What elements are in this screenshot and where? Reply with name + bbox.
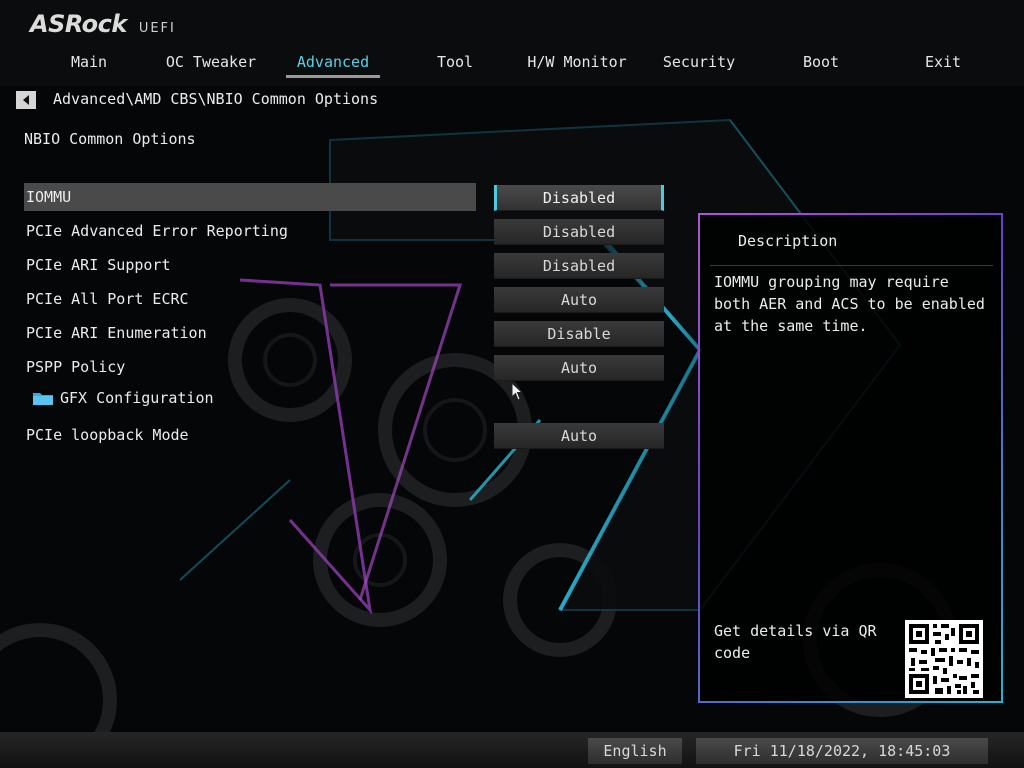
breadcrumb: Advanced\AMD CBS\NBIO Common Options <box>53 90 379 108</box>
tab-boot[interactable]: Boot <box>760 52 882 78</box>
option-value-button[interactable]: Auto <box>494 423 664 449</box>
submenu-label: GFX Configuration <box>60 389 214 407</box>
asrock-logo: ASRock UEFI <box>30 10 176 38</box>
tab-advanced[interactable]: Advanced <box>272 52 394 78</box>
option-row-pcie-ari-support[interactable]: PCIe ARI Support Disabled <box>24 251 664 279</box>
tab-main[interactable]: Main <box>28 52 150 78</box>
option-label: PSPP Policy <box>26 358 126 376</box>
submenu-gfx-configuration[interactable]: GFX Configuration <box>24 384 664 412</box>
option-value-button[interactable]: Disabled <box>494 185 664 211</box>
option-label: PCIe All Port ECRC <box>26 290 189 308</box>
description-divider <box>710 265 993 266</box>
option-value-button[interactable]: Disabled <box>494 253 664 279</box>
option-label: PCIe Advanced Error Reporting <box>26 222 288 240</box>
tab-tool[interactable]: Tool <box>394 52 516 78</box>
description-panel: Description IOMMU grouping may require b… <box>698 213 1003 703</box>
logo-brand: ASRock <box>30 10 127 38</box>
tab-security[interactable]: Security <box>638 52 760 78</box>
tab-exit[interactable]: Exit <box>882 52 1004 78</box>
option-value-button[interactable]: Disabled <box>494 219 664 245</box>
selection-highlight <box>24 183 476 211</box>
option-row-pcie-aer[interactable]: PCIe Advanced Error Reporting Disabled <box>24 217 664 245</box>
folder-icon <box>33 393 53 405</box>
tab-oc-tweaker[interactable]: OC Tweaker <box>150 52 272 78</box>
option-row-pcie-ari-enumeration[interactable]: PCIe ARI Enumeration Disable <box>24 319 664 347</box>
description-title: Description <box>738 232 838 250</box>
option-label: PCIe loopback Mode <box>26 426 189 444</box>
back-button[interactable] <box>16 91 36 109</box>
qr-caption: Get details via QR code <box>714 622 877 662</box>
option-row-iommu[interactable]: IOMMU Disabled <box>24 183 664 211</box>
option-value-button[interactable]: Auto <box>494 355 664 381</box>
language-button[interactable]: English <box>588 738 682 764</box>
datetime-display: Fri 11/18/2022, 18:45:03 <box>696 738 988 764</box>
option-label: PCIe ARI Enumeration <box>26 324 207 342</box>
option-row-pcie-loopback-mode[interactable]: PCIe loopback Mode Auto <box>24 421 664 449</box>
left-arrow-icon <box>23 95 29 105</box>
description-text: IOMMU grouping may require both AER and … <box>714 273 985 335</box>
option-label: IOMMU <box>26 188 72 206</box>
mouse-pointer-icon <box>511 382 524 401</box>
option-value-button[interactable]: Disable <box>494 321 664 347</box>
option-row-pcie-all-port-ecrc[interactable]: PCIe All Port ECRC Auto <box>24 285 664 313</box>
page-title: NBIO Common Options <box>24 130 196 148</box>
qr-code-icon <box>905 620 983 698</box>
top-tab-bar: Main OC Tweaker Advanced Tool H/W Monito… <box>28 52 1004 78</box>
option-label: PCIe ARI Support <box>26 256 171 274</box>
tab-hw-monitor[interactable]: H/W Monitor <box>516 52 638 78</box>
logo-sub: UEFI <box>138 21 176 36</box>
option-value-button[interactable]: Auto <box>494 287 664 313</box>
option-row-pspp-policy[interactable]: PSPP Policy Auto <box>24 353 664 381</box>
